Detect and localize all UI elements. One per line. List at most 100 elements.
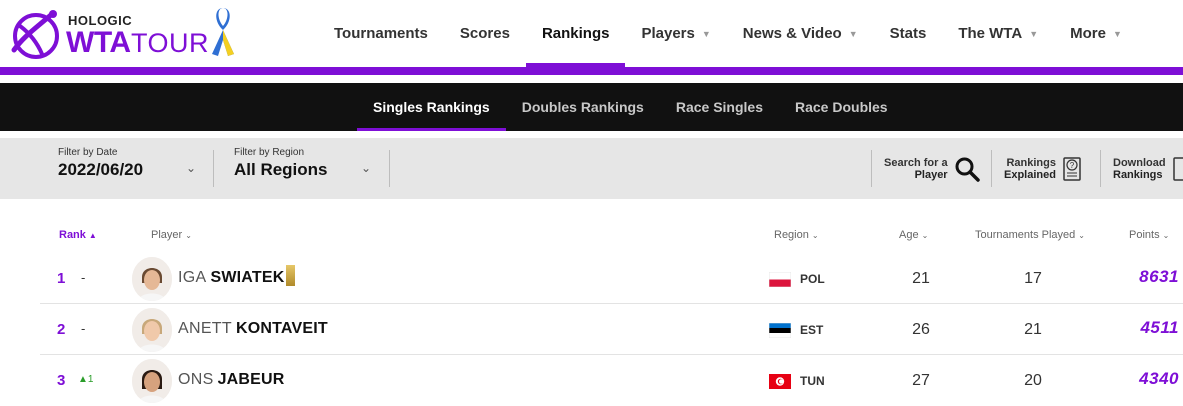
divider [389, 150, 390, 187]
sort-player[interactable]: Player ⌄ [151, 229, 192, 241]
tool-label-line1: Download [1113, 156, 1166, 169]
player-points: 4511 [1140, 318, 1179, 337]
tournaments-played: 21 [1024, 321, 1042, 338]
avatar [132, 359, 172, 403]
ukraine-ribbon-icon [212, 8, 234, 56]
sort-tournaments-played[interactable]: Tournaments Played ⌄ [975, 229, 1085, 241]
tab-race-singles[interactable]: Race Singles [660, 83, 779, 131]
chevron-down-icon: ▼ [1029, 28, 1039, 39]
tennis-player-logo-icon [11, 10, 59, 59]
date-filter-label: Filter by Date [58, 147, 118, 158]
table-row[interactable]: 1 - IGA SWIATEK POL 21 17 8631 [40, 253, 1183, 304]
nav-players[interactable]: Players ▼ [625, 0, 726, 67]
player-last-name: JABEUR [217, 371, 285, 388]
nav-rankings[interactable]: Rankings [525, 0, 626, 67]
header-label: Rank [59, 229, 86, 241]
player-age: 26 [912, 321, 930, 338]
table-row[interactable]: 2 - ANETT KONTAVEIT EST 26 21 4511 [40, 304, 1183, 355]
header-label: Tournaments Played [975, 229, 1076, 241]
player-age: 27 [912, 372, 930, 389]
chevron-down-icon: ⌄ [361, 161, 372, 175]
tool-label-line1: Rankings [1006, 156, 1056, 169]
rank-movement: - [81, 270, 86, 285]
region-filter-dropdown[interactable]: Filter by Region All Regions ⌄ [234, 147, 376, 189]
chevron-down-icon: ⌄ [921, 231, 929, 240]
poland-flag-icon [769, 272, 791, 287]
tunisia-flag-icon [769, 374, 791, 389]
chevron-up-icon: ▲ [88, 231, 97, 240]
tool-label-line2: Explained [1004, 168, 1056, 181]
wta-wordmark: WTA [66, 26, 131, 59]
player-region: TUN [800, 374, 825, 388]
nav-stats[interactable]: Stats [874, 0, 943, 67]
chevron-down-icon: ⌄ [811, 231, 819, 240]
sort-region[interactable]: Region ⌄ [774, 229, 819, 241]
nav-label: Tournaments [334, 25, 428, 42]
player-name[interactable]: IGA SWIATEK [178, 265, 296, 287]
header-divider [0, 67, 1183, 75]
rankings-explained-label: Rankings Explained [1004, 157, 1056, 181]
chevron-down-icon: ⌄ [185, 231, 192, 240]
svg-text:?: ? [1070, 161, 1075, 170]
tab-race-doubles[interactable]: Race Doubles [779, 83, 904, 131]
player-last-name: SWIATEK [210, 269, 285, 286]
divider [991, 150, 992, 187]
rank-number: 1 [57, 270, 66, 287]
sort-age[interactable]: Age ⌄ [899, 229, 928, 241]
search-icon [955, 157, 980, 182]
chevron-down-icon: ▼ [1112, 28, 1122, 39]
nav-the-wta[interactable]: The WTA ▼ [942, 0, 1054, 67]
tab-doubles-rankings[interactable]: Doubles Rankings [506, 83, 660, 131]
download-document-icon [1172, 156, 1183, 181]
chevron-down-icon: ⌄ [186, 161, 197, 175]
player-first-name: ONS [178, 371, 214, 388]
help-document-icon: ? [1063, 156, 1081, 181]
tab-label: Doubles Rankings [521, 99, 644, 115]
table-row[interactable]: 3 ▲1 ONS JABEUR TUN 27 20 4340 [40, 355, 1183, 406]
divider [1100, 150, 1101, 187]
estonia-flag-icon [769, 323, 791, 338]
avatar [132, 257, 172, 301]
nav-scores[interactable]: Scores [444, 0, 526, 67]
sort-points[interactable]: Points ⌄ [1129, 229, 1169, 241]
nav-more[interactable]: More ▼ [1054, 0, 1138, 67]
avatar [132, 308, 172, 352]
player-points: 8631 [1139, 267, 1179, 286]
tour-wordmark: TOUR [131, 28, 210, 58]
search-player-button[interactable]: Search for a Player [884, 150, 980, 187]
nav-news-video[interactable]: News & Video ▼ [727, 0, 874, 67]
player-first-name: ANETT [178, 320, 232, 337]
site-header: HOLOGIC WTA TOUR Tournaments Scores Rank… [0, 0, 1183, 67]
player-name[interactable]: ANETT KONTAVEIT [178, 320, 328, 338]
main-nav: Tournaments Scores Rankings Players ▼ New… [318, 0, 1138, 67]
nav-label: Stats [889, 25, 927, 42]
rank-number: 2 [57, 321, 66, 338]
chevron-down-icon: ⌄ [1078, 231, 1085, 240]
nav-tournaments[interactable]: Tournaments [318, 0, 444, 67]
tournaments-played: 17 [1024, 270, 1042, 287]
tab-label: Singles Rankings [373, 99, 490, 115]
rankings-subnav: Singles Rankings Doubles Rankings Race S… [0, 83, 1183, 131]
sort-rank[interactable]: Rank ▲ [59, 229, 97, 241]
region-filter-label: Filter by Region [234, 147, 305, 158]
divider [871, 150, 872, 187]
rank-movement-up: ▲1 [78, 374, 94, 385]
rankings-explained-button[interactable]: Rankings Explained ? [1004, 150, 1082, 187]
rankings-table-header: Rank ▲ Player ⌄ Region ⌄ Age ⌄ Tournaments P… [0, 224, 1183, 246]
chevron-down-icon: ▼ [848, 28, 858, 39]
tab-label: Race Doubles [795, 99, 888, 115]
header-label: Region [774, 229, 809, 241]
download-rankings-button[interactable]: Download Rankings [1113, 150, 1183, 187]
date-filter-dropdown[interactable]: Filter by Date 2022/06/20 ⌄ [58, 147, 200, 189]
header-label: Player [151, 229, 183, 241]
region-filter-value: All Regions [234, 160, 328, 179]
player-first-name: IGA [178, 269, 207, 286]
chevron-down-icon: ⌄ [1162, 231, 1170, 240]
tab-label: Race Singles [675, 99, 763, 115]
tab-singles-rankings[interactable]: Singles Rankings [357, 83, 506, 131]
player-region: EST [800, 323, 824, 337]
player-name[interactable]: ONS JABEUR [178, 371, 285, 389]
chevron-down-icon: ▼ [701, 28, 711, 39]
header-label: Points [1129, 229, 1160, 241]
date-filter-value: 2022/06/20 [58, 160, 144, 179]
